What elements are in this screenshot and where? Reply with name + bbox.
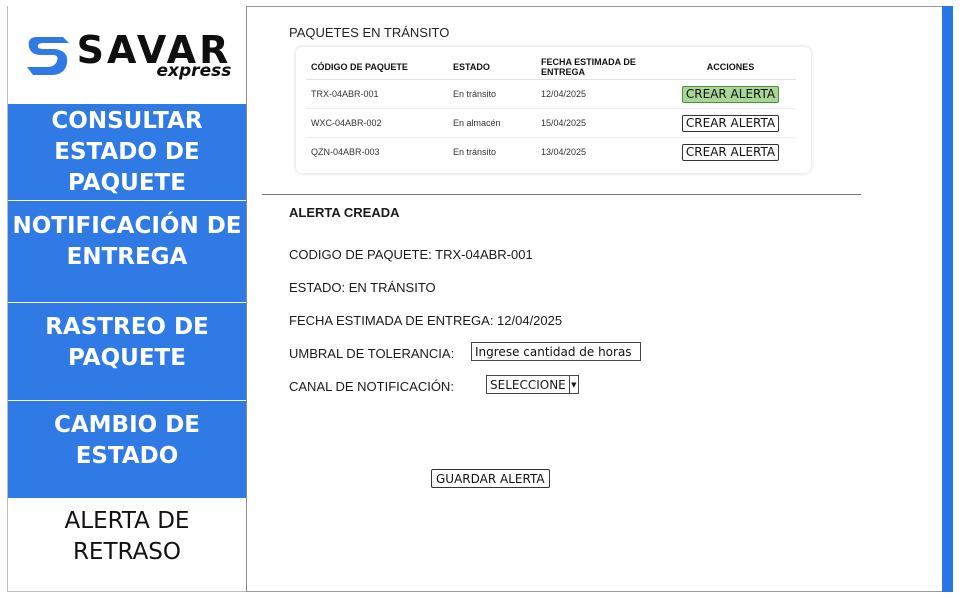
packages-section-title: PAQUETES EN TRÁNSITO — [289, 25, 450, 40]
section-divider — [262, 194, 861, 195]
cell-actions: CREAR ALERTA — [660, 79, 796, 109]
cell-code: TRX-04ABR-001 — [306, 79, 448, 109]
nav-label-line: RASTREO DE — [45, 313, 209, 340]
threshold-hours-input[interactable] — [471, 342, 641, 361]
alert-code-line: CODIGO DE PAQUETE: TRX-04ABR-001 — [289, 247, 533, 262]
frame-left-border — [246, 6, 247, 592]
save-alert-button[interactable]: GUARDAR ALERTA — [431, 469, 550, 488]
threshold-label: UMBRAL DE TOLERANCIA: — [289, 346, 455, 361]
channel-select-value: SELECCIONE — [490, 377, 566, 392]
cell-date: 15/04/2025 — [536, 108, 660, 138]
nav-label-line: CONSULTAR — [51, 107, 203, 134]
alert-form-title: ALERTA CREADA — [289, 205, 400, 220]
nav-label-line: CAMBIO DE — [53, 411, 201, 438]
channel-label: CANAL DE NOTIFICACIÓN: — [289, 379, 454, 394]
frame-top-border — [246, 6, 942, 7]
table-header-row: CÓDIGO DE PAQUETE ESTADO FECHA ESTIMADA … — [306, 55, 796, 80]
cell-code: WXC-04ABR-002 — [306, 108, 448, 138]
right-accent-bar — [942, 6, 953, 592]
cell-status: En tránsito — [453, 147, 497, 157]
sidebar-item-alerta-retraso[interactable]: ALERTA DE RETRASO — [8, 500, 246, 574]
nav-label-line: ENTREGA — [66, 243, 188, 270]
sidebar-item-consultar-estado[interactable]: CONSULTAR ESTADO DE PAQUETE — [8, 103, 246, 200]
table-row: WXC-04ABR-002 En almacén 15/04/2025 CREA… — [306, 108, 796, 138]
nav-label-line: RETRASO — [72, 539, 182, 565]
sidebar-item-notificacion-entrega[interactable]: NOTIFICACIÓN DE ENTREGA — [8, 200, 246, 302]
column-header-codigo: CÓDIGO DE PAQUETE — [306, 55, 448, 80]
create-alert-button[interactable]: CREAR ALERTA — [681, 143, 780, 161]
sidebar-item-cambio-estado[interactable]: CAMBIO DE ESTADO — [8, 400, 246, 498]
nav-label-line: ALERTA DE — [64, 508, 190, 534]
column-header-fecha: FECHA ESTIMADA DE ENTREGA — [536, 55, 660, 80]
cell-date: 13/04/2025 — [541, 147, 587, 157]
create-alert-button[interactable]: CREAR ALERTA — [681, 85, 780, 103]
outer-frame-bottom — [7, 591, 247, 592]
nav-label-line: PAQUETE — [68, 169, 186, 196]
nav-label-line: ESTADO DE — [54, 138, 200, 165]
sidebar-item-rastreo-paquete[interactable]: RASTREO DE PAQUETE — [8, 302, 246, 400]
column-header-estado: ESTADO — [448, 55, 536, 80]
packages-table-card: CÓDIGO DE PAQUETE ESTADO FECHA ESTIMADA … — [296, 47, 811, 173]
frame-bottom-border — [246, 591, 942, 592]
packages-table: CÓDIGO DE PAQUETE ESTADO FECHA ESTIMADA … — [306, 55, 796, 166]
cell-code: QZN-04ABR-003 — [311, 147, 380, 157]
table-row: QZN-04ABR-003 En tránsito 13/04/2025 CRE… — [306, 138, 796, 167]
nav-label-line: NOTIFICACIÓN DE — [12, 212, 242, 239]
create-alert-button[interactable]: CREAR ALERTA — [681, 114, 780, 132]
cell-actions: CREAR ALERTA — [660, 138, 796, 167]
table-row: TRX-04ABR-001 En tránsito 12/04/2025 CRE… — [306, 79, 796, 109]
cell-status: En almacén — [448, 108, 536, 138]
cell-actions: CREAR ALERTA — [660, 108, 796, 138]
column-header-acciones: ACCIONES — [660, 55, 796, 80]
logo-subtitle: express — [156, 60, 232, 81]
cell-date: 12/04/2025 — [536, 79, 660, 109]
nav-label-line: ESTADO — [75, 442, 179, 469]
chevron-down-icon: ▼ — [568, 376, 578, 393]
nav-label-line: PAQUETE — [68, 344, 186, 371]
cell-status: En tránsito — [448, 79, 536, 109]
logo-mark-icon — [26, 37, 69, 75]
channel-select[interactable]: SELECCIONE ▼ — [486, 375, 579, 394]
alert-date-line: FECHA ESTIMADA DE ENTREGA: 12/04/2025 — [289, 313, 563, 328]
logo: SAVAR express — [8, 8, 246, 102]
alert-status-line: ESTADO: EN TRÁNSITO — [289, 280, 436, 295]
